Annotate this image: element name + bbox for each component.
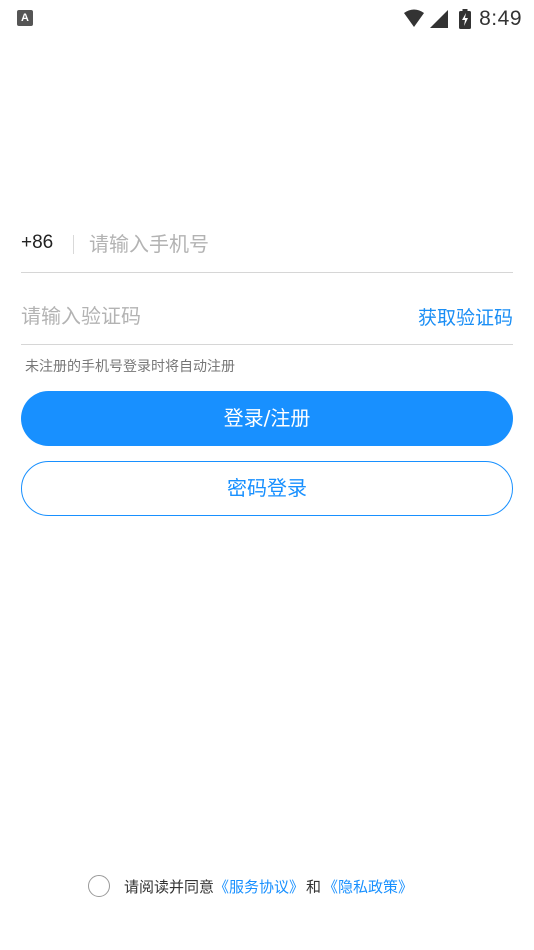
agreement-conjunction: 和 <box>306 877 322 896</box>
notification-icon: A <box>17 10 33 26</box>
agreement-prefix: 请阅读并同意 <box>124 877 215 896</box>
status-bar: A 8:49 <box>0 0 534 38</box>
get-code-button[interactable]: 获取验证码 <box>418 303 513 330</box>
phone-row: +86 <box>21 218 513 273</box>
signal-icon <box>430 10 449 28</box>
country-code[interactable]: +86 <box>21 232 53 254</box>
battery-charging-icon <box>459 9 472 29</box>
service-agreement-link[interactable]: 《服务协议》 <box>214 876 304 897</box>
login-screen: A 8:49 +86 获取验证码 未注册的手机号登录时将自动注册 登录/注册 密… <box>0 0 534 950</box>
status-time: 8:49 <box>479 7 522 30</box>
login-register-button[interactable]: 登录/注册 <box>21 391 513 446</box>
status-icons: 8:49 <box>403 5 522 33</box>
wifi-icon <box>404 9 425 27</box>
agree-checkbox[interactable] <box>88 875 110 897</box>
agreement-row: 请阅读并同意 《服务协议》 和 《隐私政策》 <box>88 874 413 898</box>
register-hint: 未注册的手机号登录时将自动注册 <box>25 359 235 375</box>
phone-divider <box>73 235 74 254</box>
password-login-button[interactable]: 密码登录 <box>21 461 513 516</box>
code-input[interactable] <box>21 300 321 332</box>
phone-input[interactable] <box>89 228 489 260</box>
code-row: 获取验证码 <box>21 290 513 345</box>
privacy-policy-link[interactable]: 《隐私政策》 <box>323 876 413 897</box>
